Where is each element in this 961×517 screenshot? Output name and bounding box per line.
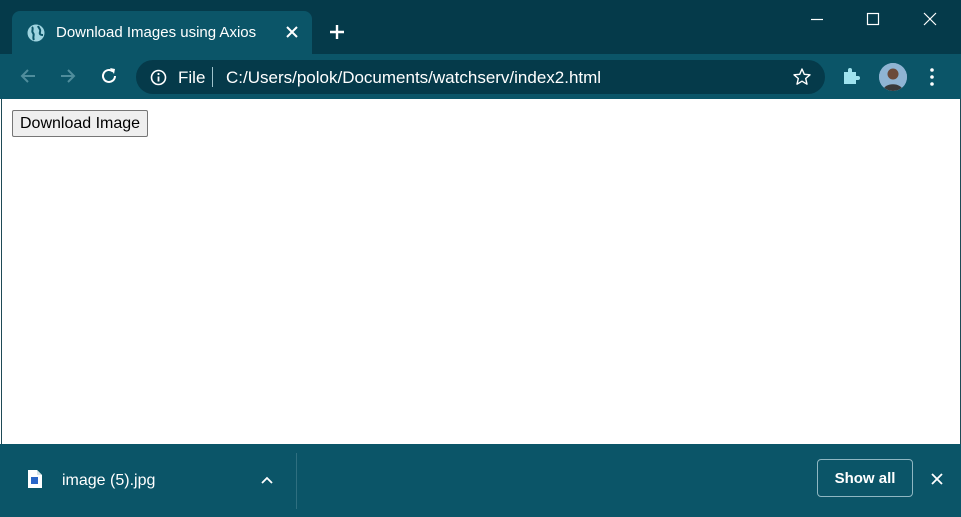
puzzle-icon[interactable]: [841, 65, 863, 87]
tab-active[interactable]: Download Images using Axios: [12, 11, 312, 54]
file-icon: [28, 470, 42, 488]
globe-icon: [27, 24, 45, 42]
browser-window: Download Images using Axios File C:/User…: [0, 0, 961, 517]
close-window-icon[interactable]: [920, 9, 940, 29]
maximize-icon[interactable]: [863, 9, 883, 29]
show-all-button[interactable]: Show all: [817, 459, 913, 497]
kebab-menu-icon[interactable]: [922, 66, 942, 88]
tab-title: Download Images using Axios: [56, 24, 257, 41]
close-icon[interactable]: [929, 471, 945, 487]
profile-picture-icon: [879, 63, 907, 91]
plus-icon[interactable]: [327, 22, 347, 42]
info-icon[interactable]: [150, 69, 167, 86]
close-icon[interactable]: [284, 24, 300, 40]
chevron-up-icon[interactable]: [258, 471, 276, 489]
forward-icon[interactable]: [57, 65, 79, 87]
download-shelf: image (5).jpg Show all: [0, 444, 961, 517]
download-image-button[interactable]: Download Image: [12, 110, 149, 137]
avatar[interactable]: [879, 63, 907, 91]
download-filename[interactable]: image (5).jpg: [62, 472, 155, 490]
toolbar: File C:/Users/polok/Documents/watchserv/…: [0, 54, 961, 99]
minimize-icon[interactable]: [807, 9, 827, 29]
scheme-label: File: [178, 68, 206, 87]
reload-icon[interactable]: [98, 65, 120, 87]
url-text[interactable]: C:/Users/polok/Documents/watchserv/index…: [226, 68, 601, 88]
omnibox-divider: [212, 67, 213, 87]
star-icon[interactable]: [792, 67, 812, 87]
tab-strip: Download Images using Axios: [0, 0, 961, 54]
back-icon[interactable]: [17, 65, 39, 87]
address-bar[interactable]: File C:/Users/polok/Documents/watchserv/…: [136, 60, 825, 94]
page-content: Download Image: [1, 99, 961, 444]
shelf-divider: [296, 453, 297, 509]
